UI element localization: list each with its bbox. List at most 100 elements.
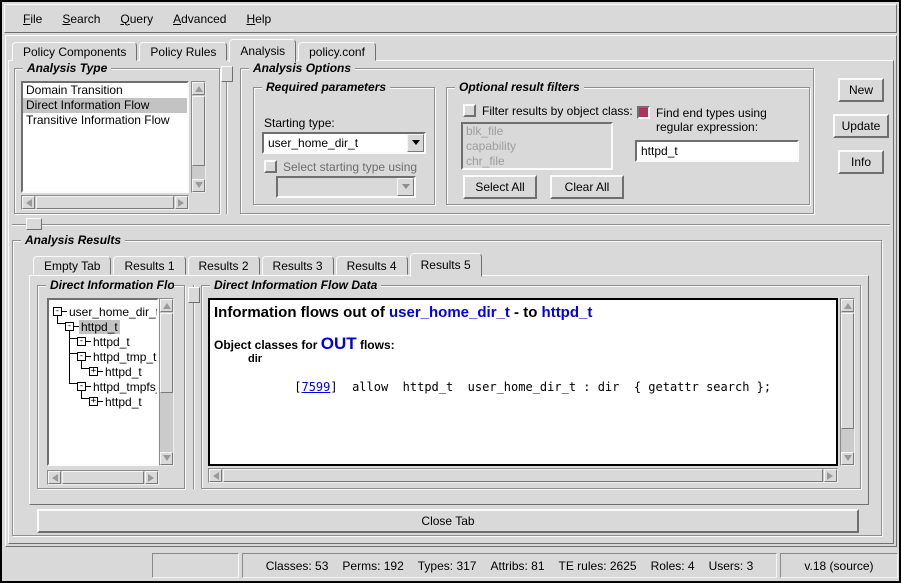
tree-connector	[57, 323, 65, 324]
results-sash-line	[12, 224, 890, 226]
update-button[interactable]: Update	[833, 114, 889, 138]
tree-node[interactable]: -httpd_tmpfs_	[77, 379, 159, 394]
tab-results-3[interactable]: Results 3	[262, 256, 334, 275]
list-item-direct-information-flow[interactable]: Direct Information Flow	[23, 98, 187, 113]
flow-data-textarea[interactable]: Information flows out of user_home_dir_t…	[208, 298, 838, 466]
scroll-down-icon[interactable]	[192, 179, 205, 192]
flow-tree-frame: Direct Information Flow T -user_home_dir…	[37, 285, 185, 489]
analysis-type-hscrollbar[interactable]	[21, 195, 189, 210]
regex-input[interactable]	[635, 140, 799, 162]
optional-result-filters-frame: Optional result filters Filter results b…	[446, 87, 810, 205]
tab-policy-conf[interactable]: policy.conf	[298, 42, 376, 61]
tree-node[interactable]: -httpd_t	[65, 319, 120, 334]
tree-node[interactable]: +httpd_t	[89, 364, 144, 379]
analysis-results-frame: Analysis Results Empty Tab Results 1 Res…	[12, 240, 882, 536]
tab-empty-tab[interactable]: Empty Tab	[33, 256, 111, 275]
scroll-up-icon[interactable]	[841, 299, 854, 312]
list-item-domain-transition[interactable]: Domain Transition	[23, 83, 187, 98]
clear-all-button[interactable]: Clear All	[550, 175, 624, 199]
object-class-checkbox[interactable]	[463, 104, 476, 117]
menu-query[interactable]: Query	[110, 8, 163, 30]
starting-type-label: Starting type:	[264, 116, 335, 130]
object-class-checkbox-row: Filter results by object class:	[463, 104, 633, 118]
scroll-right-icon[interactable]	[175, 196, 188, 209]
attrib-combobox	[276, 176, 416, 198]
tab-results-1[interactable]: Results 1	[113, 256, 185, 275]
scroll-thumb[interactable]	[160, 313, 173, 393]
scroll-right-icon[interactable]	[824, 469, 837, 482]
tree-vscrollbar[interactable]	[159, 298, 174, 466]
scroll-thumb[interactable]	[223, 469, 823, 482]
menu-help[interactable]: Help	[236, 8, 281, 30]
tree-data-sash-line	[193, 285, 195, 489]
target-type: httpd_t	[542, 304, 593, 321]
regex-checkbox[interactable]	[637, 106, 650, 119]
flow-subheader: Object classes for OUT flows:	[214, 334, 395, 354]
list-item-transitive-information-flow[interactable]: Transitive Information Flow	[23, 113, 187, 128]
menu-file[interactable]: File	[13, 8, 52, 30]
status-segment-empty	[152, 553, 239, 578]
tree-node[interactable]: +httpd_t	[89, 394, 144, 409]
expander-icon[interactable]: -	[77, 337, 86, 346]
tab-policy-components[interactable]: Policy Components	[12, 42, 137, 61]
options-sash-handle[interactable]	[221, 66, 233, 82]
scroll-down-icon[interactable]	[160, 452, 173, 465]
data-hscrollbar[interactable]	[208, 468, 838, 483]
tree-node[interactable]: -httpd_tmp_t	[77, 349, 158, 364]
tab-results-4[interactable]: Results 4	[336, 256, 408, 275]
attrib-checkbox[interactable]	[264, 160, 277, 173]
rule-number-link[interactable]: 7599	[301, 380, 330, 394]
tree-connector	[69, 338, 77, 339]
expander-icon[interactable]: -	[77, 382, 86, 391]
info-button[interactable]: Info	[838, 150, 884, 174]
tree-connector	[69, 353, 77, 354]
scroll-thumb[interactable]	[192, 96, 205, 166]
scroll-thumb[interactable]	[62, 471, 144, 484]
combo-arrow-icon[interactable]	[407, 134, 424, 152]
analysis-type-title: Analysis Type	[23, 61, 111, 75]
optional-result-filters-title: Optional result filters	[455, 80, 584, 94]
expander-icon[interactable]: -	[53, 307, 62, 316]
expander-icon[interactable]: -	[77, 352, 86, 361]
results-sash-handle[interactable]	[26, 218, 42, 230]
expander-icon[interactable]: +	[89, 397, 98, 406]
scroll-right-icon[interactable]	[145, 471, 158, 484]
menu-advanced[interactable]: Advanced	[163, 8, 236, 30]
new-button[interactable]: New	[838, 78, 884, 102]
attrib-combo-value	[278, 178, 397, 196]
scroll-left-icon[interactable]	[48, 471, 61, 484]
tree-data-sash-handle[interactable]	[188, 287, 200, 303]
scroll-left-icon[interactable]	[209, 469, 222, 482]
tree-connector	[69, 383, 77, 384]
tab-results-5[interactable]: Results 5	[410, 253, 482, 277]
select-all-button[interactable]: Select All	[463, 175, 537, 199]
analysis-type-vscrollbar[interactable]	[191, 81, 206, 193]
flow-data-frame: Direct Information Flow Data Information…	[201, 285, 861, 489]
main-tab-bar: Policy Components Policy Rules Analysis …	[12, 38, 378, 61]
apol-window: File Search Query Advanced Help Policy C…	[0, 0, 901, 583]
tree-hscrollbar[interactable]	[47, 470, 159, 485]
tree-node[interactable]: -httpd_t	[77, 334, 132, 349]
options-sash-line	[226, 66, 228, 214]
close-tab-button[interactable]: Close Tab	[37, 509, 859, 533]
scroll-up-icon[interactable]	[160, 299, 173, 312]
tab-analysis[interactable]: Analysis	[229, 39, 296, 63]
te-rule-line: [7599] allow httpd_t user_home_dir_t : d…	[222, 366, 771, 408]
expander-icon[interactable]: -	[65, 322, 74, 331]
expander-icon[interactable]: +	[89, 367, 98, 376]
analysis-type-listbox: Domain Transition Direct Information Flo…	[21, 81, 189, 193]
scroll-left-icon[interactable]	[22, 196, 35, 209]
tree-node[interactable]: -user_home_dir_t	[53, 304, 159, 319]
stat-classes: Classes: 53	[266, 559, 329, 573]
tab-results-2[interactable]: Results 2	[188, 256, 260, 275]
regex-checkbox-row: Find end types using regular expression:	[637, 106, 801, 134]
scroll-up-icon[interactable]	[192, 82, 205, 95]
scroll-thumb[interactable]	[841, 313, 854, 429]
stat-perms: Perms: 192	[342, 559, 403, 573]
tab-policy-rules[interactable]: Policy Rules	[139, 42, 227, 61]
menu-search[interactable]: Search	[52, 8, 110, 30]
data-vscrollbar[interactable]	[840, 298, 855, 466]
scroll-thumb[interactable]	[36, 196, 174, 209]
starting-type-combobox[interactable]: user_home_dir_t	[262, 132, 426, 154]
scroll-down-icon[interactable]	[841, 452, 854, 465]
